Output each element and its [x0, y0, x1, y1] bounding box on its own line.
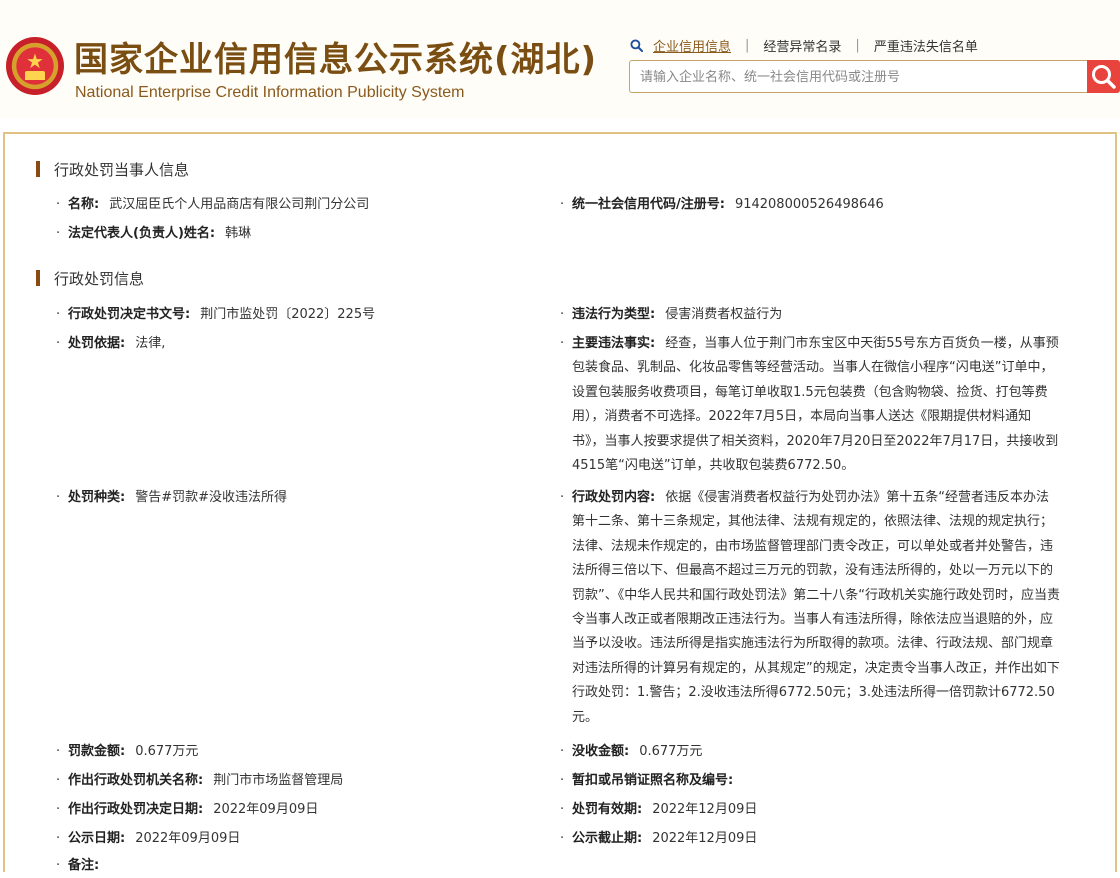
field-decision-date: · 作出行政处罚决定日期: 2022年09月09日 [56, 802, 319, 817]
field-confiscation: · 没收金额: 0.677万元 [560, 744, 703, 759]
search-icon [630, 38, 643, 52]
field-authority: · 作出行政处罚机关名称: 荆门市市场监督管理局 [56, 773, 344, 788]
search-box [629, 60, 1088, 94]
field-label: 没收金额: [572, 744, 630, 759]
field-license: · 暂扣或吊销证照名称及编号: [560, 773, 734, 788]
field-label: 暂扣或吊销证照名称及编号: [572, 773, 734, 788]
field-label: 公示日期: [68, 831, 126, 846]
field-value: 经查，当事人位于荆门市东宝区中天街55号东方百货负一楼，从事预包装食品、乳制品、… [572, 336, 1059, 474]
section-title-text: 行政处罚当事人信息 [54, 161, 190, 179]
field-label: 作出行政处罚机关名称: [68, 773, 204, 788]
field-fine: · 罚款金额: 0.677万元 [56, 744, 199, 759]
site-title[interactable]: 国家企业信用信息公示系统(湖北) [74, 37, 597, 83]
field-violation-type: · 违法行为类型: 侵害消费者权益行为 [560, 307, 783, 322]
field-value: 武汉屈臣氏个人用品商店有限公司荆门分公司 [109, 197, 370, 212]
field-label: 行政处罚决定书文号: [68, 307, 191, 322]
field-label: 行政处罚内容: [572, 490, 656, 505]
field-value: 法律, [135, 336, 166, 351]
field-remark: · 备注: [56, 858, 100, 873]
section-title-penalty: 行政处罚信息 [36, 269, 144, 289]
field-label: 罚款金额: [68, 744, 126, 759]
nav-serious-violation-list[interactable]: 严重违法失信名单 [874, 36, 978, 55]
site-header: ★ 国家企业信用信息公示系统(湖北) National Enterprise C… [0, 0, 1120, 118]
field-value: 侵害消费者权益行为 [665, 307, 783, 322]
field-publish-end: · 公示截止期: 2022年12月09日 [560, 831, 758, 846]
nav-abnormal-operation-list[interactable]: 经营异常名录 [763, 36, 841, 55]
field-dot: · [560, 490, 565, 505]
field-legal-rep: · 法定代表人(负责人)姓名: 韩琳 [56, 226, 252, 241]
search-button[interactable] [1087, 60, 1120, 93]
field-value: 2022年09月09日 [213, 802, 319, 817]
field-label: 违法行为类型: [572, 307, 656, 322]
field-label: 法定代表人(负责人)姓名: [68, 226, 216, 241]
field-label: 统一社会信用代码/注册号: [572, 197, 725, 212]
section-title-party: 行政处罚当事人信息 [36, 160, 189, 180]
field-value: 914208000526498646 [734, 197, 884, 212]
field-label: 处罚有效期: [572, 802, 643, 817]
field-name: · 名称: 武汉屈臣氏个人用品商店有限公司荆门分公司 [56, 197, 370, 212]
field-value: 0.677万元 [639, 744, 703, 759]
field-label: 处罚依据: [68, 336, 126, 351]
top-nav: 企业信用信息 | 经营异常名录 | 严重违法失信名单 [630, 35, 978, 55]
field-label: 备注: [68, 858, 100, 873]
field-value: 2022年12月09日 [652, 802, 758, 817]
field-label: 主要违法事实: [572, 336, 656, 351]
field-value: 2022年09月09日 [135, 831, 241, 846]
field-value: 2022年12月09日 [652, 831, 758, 846]
field-value: 依据《侵害消费者权益行为处罚办法》第十五条“经营者违反本办法第十二条、第十三条规… [572, 490, 1060, 725]
field-label: 公示截止期: [572, 831, 643, 846]
field-doc-no: · 行政处罚决定书文号: 荆门市监处罚〔2022〕225号 [56, 307, 376, 322]
field-label: 名称: [68, 197, 100, 212]
field-value: 0.677万元 [135, 744, 199, 759]
search-input[interactable] [638, 61, 1082, 94]
field-value: 警告#罚款#没收违法所得 [135, 490, 287, 505]
field-kind: · 处罚种类: 警告#罚款#没收违法所得 [56, 490, 287, 505]
national-emblem-icon: ★ [6, 37, 64, 95]
field-value: 韩琳 [225, 226, 252, 241]
section-marker [36, 161, 40, 177]
field-credit-code: · 统一社会信用代码/注册号: 914208000526498646 [560, 197, 884, 212]
field-basis: · 处罚依据: 法律, [56, 336, 166, 351]
nav-divider: | [855, 37, 860, 53]
field-facts: 主要违法事实: 经查，当事人位于荆门市东宝区中天街55号东方百货负一楼，从事预包装… [572, 332, 1060, 478]
field-value: 荆门市市场监督管理局 [213, 773, 344, 788]
field-content: 行政处罚内容: 依据《侵害消费者权益行为处罚办法》第十五条“经营者违反本办法第十二… [572, 486, 1060, 730]
field-validity: · 处罚有效期: 2022年12月09日 [560, 802, 758, 817]
field-dot: · [560, 336, 565, 351]
search-icon [1092, 65, 1116, 89]
field-publish-date: · 公示日期: 2022年09月09日 [56, 831, 241, 846]
field-value: 荆门市监处罚〔2022〕225号 [200, 307, 376, 322]
field-label: 处罚种类: [68, 490, 126, 505]
nav-enterprise-credit-info[interactable]: 企业信用信息 [653, 36, 731, 55]
section-title-text: 行政处罚信息 [54, 270, 145, 288]
field-label: 作出行政处罚决定日期: [68, 802, 204, 817]
nav-divider: | [745, 37, 750, 53]
site-subtitle: National Enterprise Credit Information P… [75, 84, 465, 101]
section-marker [36, 270, 40, 286]
